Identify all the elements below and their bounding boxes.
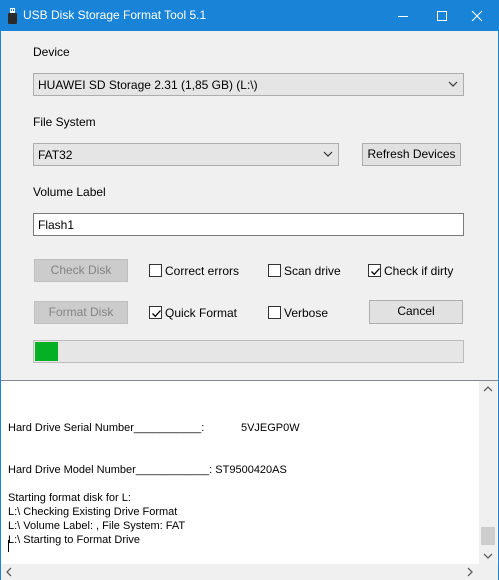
text-caret [8, 540, 9, 552]
scroll-down-icon[interactable] [479, 547, 497, 564]
file-system-selected-value: FAT32 [38, 148, 73, 162]
scan-drive-box[interactable] [268, 264, 281, 277]
volume-label-field[interactable] [33, 213, 464, 236]
chevron-down-icon [323, 151, 333, 157]
scrollbar-corner [479, 564, 498, 580]
check-if-dirty-box[interactable] [368, 264, 381, 277]
scan-drive-label: Scan drive [284, 264, 341, 278]
progress-fill [35, 342, 58, 361]
device-select[interactable]: HUAWEI SD Storage 2.31 (1,85 GB) (L:\) [33, 73, 464, 96]
refresh-devices-label: Refresh Devices [367, 147, 456, 161]
checkmark-icon [371, 268, 380, 276]
device-selected-value: HUAWEI SD Storage 2.31 (1,85 GB) (L:\) [38, 78, 258, 92]
verbose-label: Verbose [284, 306, 329, 320]
log-output[interactable]: Hard Drive Serial Number___________: 5VJ… [1, 380, 498, 565]
close-icon[interactable] [454, 1, 499, 31]
format-disk-button[interactable]: Format Disk [34, 301, 128, 324]
usb-icon [8, 8, 17, 24]
check-disk-label: Check Disk [50, 263, 112, 277]
check-if-dirty-label: Check if dirty [384, 264, 454, 278]
check-disk-button[interactable]: Check Disk [34, 259, 128, 282]
refresh-devices-button[interactable]: Refresh Devices [362, 143, 461, 166]
verbose-box[interactable] [268, 306, 281, 319]
volume-label-input[interactable] [36, 216, 461, 233]
correct-errors-label: Correct errors [165, 264, 240, 278]
scroll-up-icon[interactable] [479, 381, 497, 398]
checkmark-icon [152, 310, 161, 318]
window-title: USB Disk Storage Format Tool 5.1 [23, 8, 207, 22]
progress-bar [33, 340, 464, 363]
chevron-down-icon [448, 81, 458, 87]
cancel-label: Cancel [397, 304, 435, 318]
app-window: USB Disk Storage Format Tool 5.1 Device … [0, 0, 499, 580]
title-bar[interactable]: USB Disk Storage Format Tool 5.1 [1, 1, 498, 31]
scroll-right-icon[interactable] [461, 564, 478, 580]
file-system-label: File System [33, 115, 96, 129]
correct-errors-box[interactable] [149, 264, 162, 277]
vertical-scrollbar[interactable] [479, 381, 497, 564]
scroll-left-icon[interactable] [1, 564, 18, 580]
quick-format-label: Quick Format [165, 306, 238, 320]
scrollbar-thumb[interactable] [481, 527, 495, 545]
device-label: Device [33, 45, 70, 59]
log-text: Hard Drive Serial Number___________: 5VJ… [8, 422, 300, 546]
quick-format-box[interactable] [149, 306, 162, 319]
volume-label-caption: Volume Label [33, 185, 106, 199]
format-disk-label: Format Disk [48, 305, 114, 319]
file-system-select[interactable]: FAT32 [33, 143, 339, 166]
horizontal-scrollbar[interactable] [1, 564, 479, 580]
cancel-button[interactable]: Cancel [369, 300, 463, 324]
